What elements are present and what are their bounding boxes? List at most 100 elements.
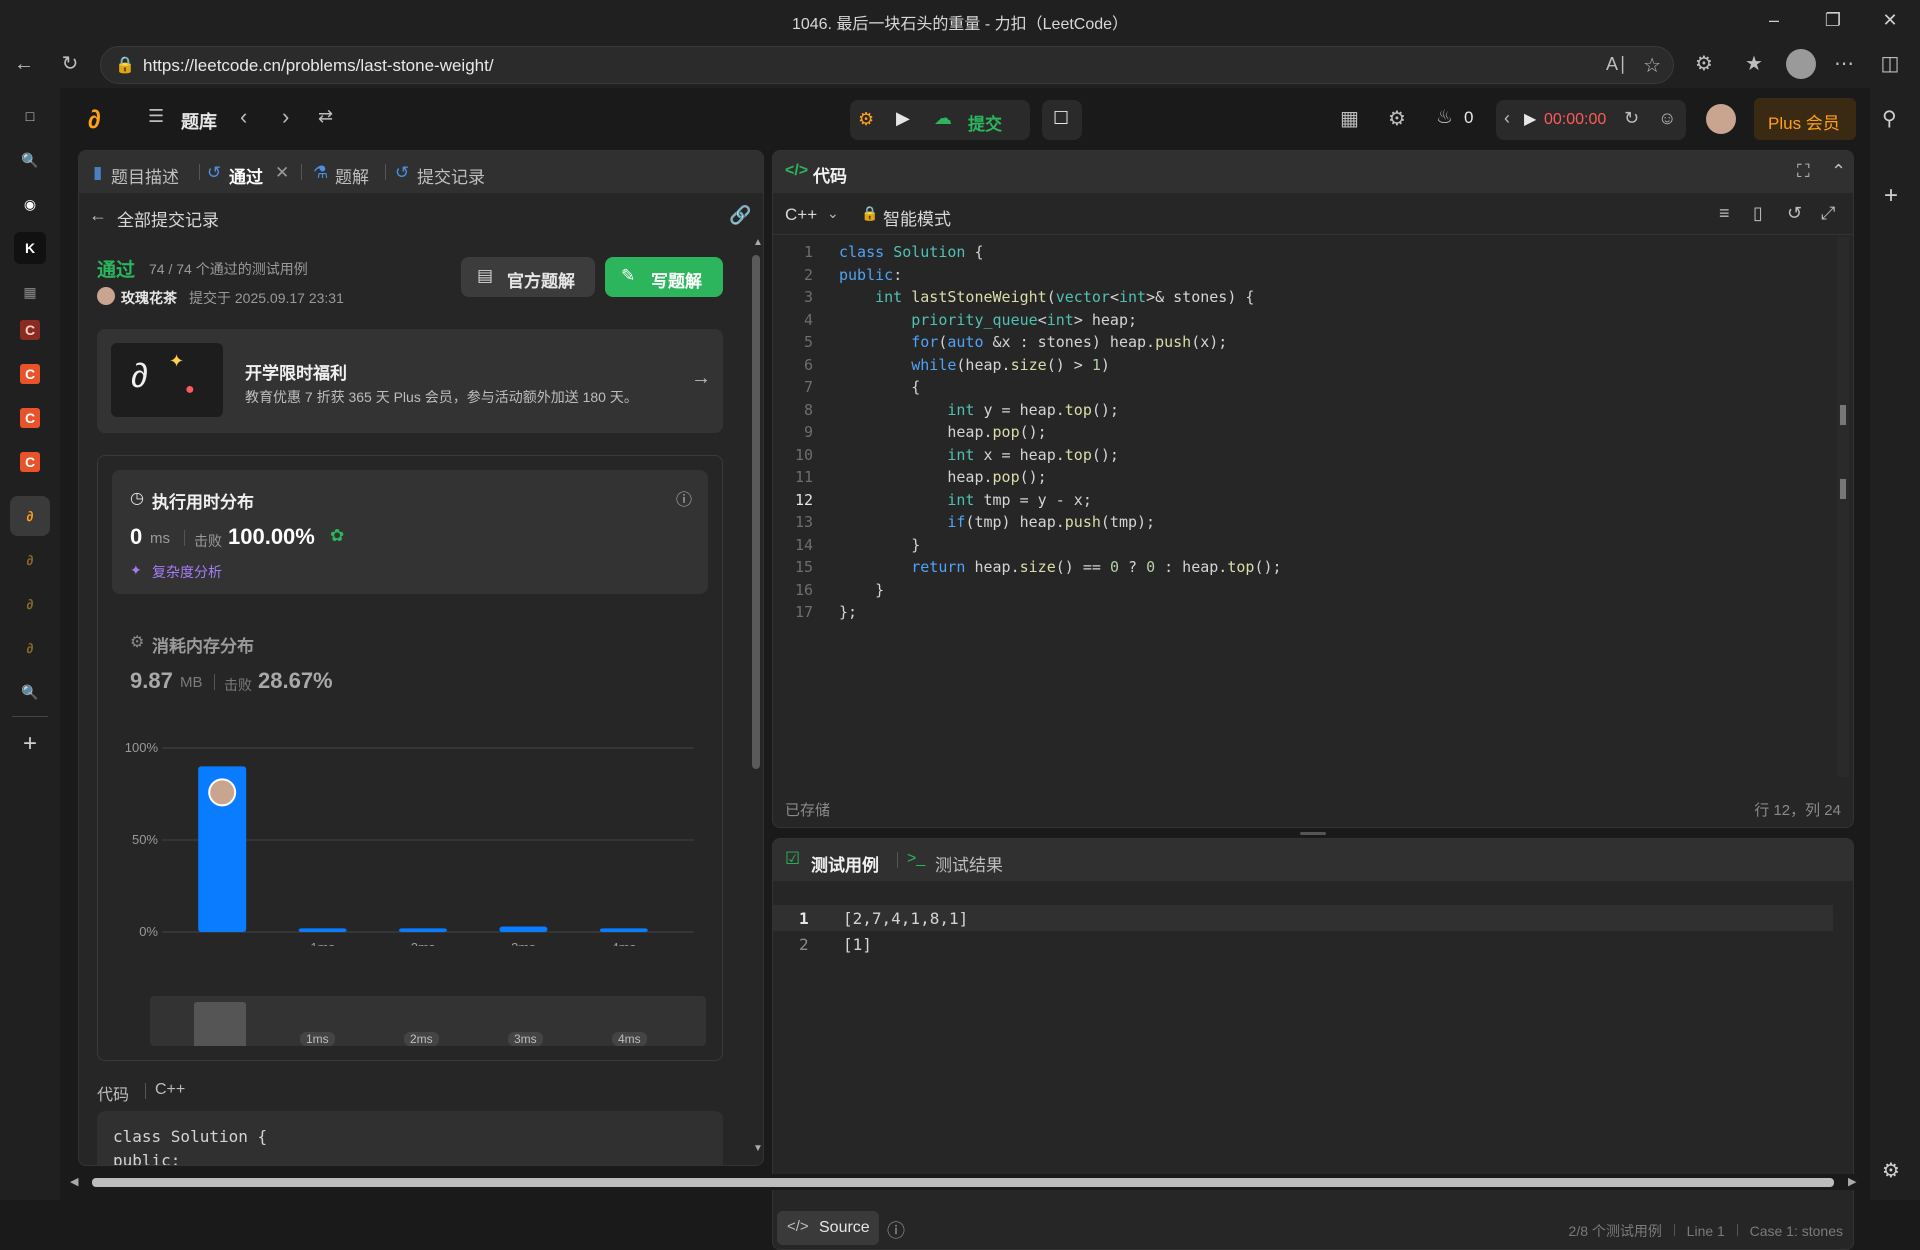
next-problem-icon[interactable]: ›	[282, 104, 289, 130]
smart-mode-toggle[interactable]: 智能模式	[883, 205, 951, 230]
collapse-icon[interactable]: ⌃	[1831, 161, 1846, 182]
back-icon[interactable]: ←	[10, 50, 38, 78]
all-submissions-link[interactable]: 全部提交记录	[117, 206, 219, 231]
info-icon[interactable]: ⓘ	[676, 486, 692, 510]
timer-reset-icon[interactable]: ↻	[1624, 108, 1639, 129]
add-icon[interactable]: +	[1884, 182, 1898, 210]
tab-testcases[interactable]: 测试用例	[811, 851, 879, 876]
address-bar[interactable]: 🔒 https://leetcode.cn/problems/last-ston…	[100, 46, 1674, 84]
profile-avatar[interactable]	[1786, 49, 1816, 79]
debug-icon[interactable]: ⚙	[858, 109, 874, 130]
y-tick-label: 50%	[132, 832, 158, 847]
author-name[interactable]: 玫瑰花茶	[121, 288, 177, 308]
scroll-left-icon[interactable]: ◀	[70, 1175, 78, 1188]
run-button[interactable]: ▶	[896, 108, 910, 129]
tab-leetcode-active[interactable]: ∂	[10, 496, 50, 536]
code-area[interactable]: 1 class Solution {2 public: 3 int lastStone…	[773, 243, 1833, 783]
favorites-icon[interactable]: ★	[1740, 50, 1768, 78]
close-tab-icon[interactable]: ✕	[275, 163, 289, 183]
tab-submissions[interactable]: 提交记录	[417, 163, 485, 188]
official-solution-label: 官方题解	[507, 272, 575, 291]
read-aloud-icon[interactable]: A∣	[1606, 54, 1627, 75]
favorite-icon[interactable]: ☆	[1643, 53, 1661, 78]
tab-leetcode[interactable]: ∂	[14, 588, 46, 620]
format-icon[interactable]: ≡	[1719, 203, 1730, 224]
editor-scrollbar[interactable]	[1837, 237, 1849, 777]
search-icon[interactable]: ⚲	[1882, 106, 1897, 131]
chart-overview-brush[interactable]: 1ms 2ms 3ms 4ms	[150, 996, 706, 1046]
scroll-thumb[interactable]	[752, 255, 760, 769]
tab-solutions[interactable]: 题解	[335, 163, 369, 188]
tab-favicon[interactable]: C	[20, 320, 40, 340]
complexity-analysis-link[interactable]: 复杂度分析	[152, 562, 222, 582]
tab-favicon[interactable]: ▦	[14, 276, 46, 308]
extensions-icon[interactable]: ⚙	[1690, 50, 1718, 78]
lock-icon: 🔒	[115, 57, 135, 74]
line-number: 16	[794, 580, 813, 599]
scroll-down-icon[interactable]: ▼	[753, 1143, 763, 1154]
tab-search-icon[interactable]: 🔍	[14, 144, 46, 176]
testcase-input[interactable]: [1]	[843, 935, 872, 954]
tab-test-results[interactable]: 测试结果	[935, 851, 1003, 876]
new-tab-icon[interactable]: +	[14, 728, 46, 760]
chevron-down-icon[interactable]: ⌄	[827, 205, 839, 222]
language-select[interactable]: C++	[785, 205, 817, 225]
notes-button[interactable]: ☐	[1042, 100, 1082, 140]
tab-favicon[interactable]: C	[20, 364, 40, 384]
write-solution-button[interactable]: ✎ 写题解	[605, 257, 723, 297]
sidebar-toggle-icon[interactable]: ◫	[1876, 50, 1904, 78]
reset-icon[interactable]: ↺	[1787, 203, 1802, 224]
layout-icon[interactable]: ▦	[1340, 106, 1359, 131]
runtime-card[interactable]: ◷ 执行用时分布 ⓘ 0 ms 击败 100.00% ✿ ✦ 复杂度分析	[112, 470, 708, 594]
more-icon[interactable]: ⋯	[1830, 50, 1858, 78]
add-friend-icon[interactable]: ☺	[1658, 108, 1676, 129]
tab-favicon[interactable]: C	[20, 452, 40, 472]
memory-title[interactable]: 消耗内存分布	[152, 632, 254, 657]
problem-list-link[interactable]: 题库	[181, 108, 217, 134]
shuffle-icon[interactable]: ⇄	[318, 106, 333, 127]
back-arrow-icon[interactable]: ←	[89, 205, 107, 226]
tab-search-icon[interactable]: 🔍	[14, 676, 46, 708]
link-icon[interactable]: 🔗	[729, 205, 751, 226]
scroll-up-icon[interactable]: ▲	[753, 237, 763, 248]
horizontal-scrollbar[interactable]: ◀ ▶	[64, 1174, 1866, 1190]
tab-favicon[interactable]: C	[20, 408, 40, 428]
tab-accepted[interactable]: 通过	[229, 163, 263, 188]
streak-flame-icon[interactable]: ♨	[1436, 106, 1453, 129]
source-button[interactable]: </> Source	[777, 1211, 879, 1245]
leetcode-logo[interactable]: ∂	[88, 104, 101, 135]
minimize-icon[interactable]: –	[1754, 6, 1794, 34]
refresh-icon[interactable]: ↻	[56, 50, 84, 78]
testcase-input[interactable]: [2,7,4,1,8,1]	[843, 909, 968, 928]
testcase-count: 2/8 个测试用例	[1568, 1223, 1662, 1239]
prev-problem-icon[interactable]: ‹	[240, 104, 247, 130]
tab-leetcode[interactable]: ∂	[14, 544, 46, 576]
bookmark-icon[interactable]: ▯	[1753, 203, 1763, 224]
scroll-thumb[interactable]	[92, 1178, 1834, 1187]
tab-description[interactable]: 题目描述	[111, 163, 179, 188]
user-avatar[interactable]	[1706, 104, 1736, 134]
submit-button[interactable]: 提交	[968, 110, 1002, 135]
resize-handle[interactable]	[1300, 832, 1326, 835]
left-scrollbar[interactable]: ▲ ▼	[751, 237, 763, 1157]
help-icon[interactable]: ⓘ	[887, 1217, 905, 1243]
timer-collapse-icon[interactable]: ‹	[1504, 108, 1510, 129]
scroll-right-icon[interactable]: ▶	[1848, 1175, 1856, 1188]
expand-icon[interactable]: ⤢	[1821, 203, 1835, 224]
timer-play-icon[interactable]: ▶	[1524, 109, 1536, 129]
brush-handle[interactable]	[194, 1002, 246, 1046]
tab-favicon[interactable]: ◉	[14, 188, 46, 220]
footer-line: Line 1	[1686, 1223, 1725, 1239]
plus-membership-button[interactable]: Plus 会员	[1754, 98, 1856, 140]
close-icon[interactable]: ✕	[1870, 6, 1910, 34]
settings-icon[interactable]: ⚙	[1882, 1158, 1900, 1183]
settings-icon[interactable]: ⚙	[1388, 106, 1406, 131]
tab-leetcode[interactable]: ∂	[14, 632, 46, 664]
fullscreen-icon[interactable]: ⛶	[1797, 161, 1810, 182]
official-solution-button[interactable]: ▤ 官方题解	[461, 257, 595, 297]
tab-actions-icon[interactable]: □	[14, 100, 46, 132]
restore-icon[interactable]: ❐	[1813, 6, 1853, 34]
promo-banner[interactable]: ∂ ✦ ● 开学限时福利 教育优惠 7 折获 365 天 Plus 会员，参与活…	[97, 329, 723, 433]
tab-favicon[interactable]: K	[14, 232, 46, 264]
runtime-title: 执行用时分布	[152, 493, 254, 512]
